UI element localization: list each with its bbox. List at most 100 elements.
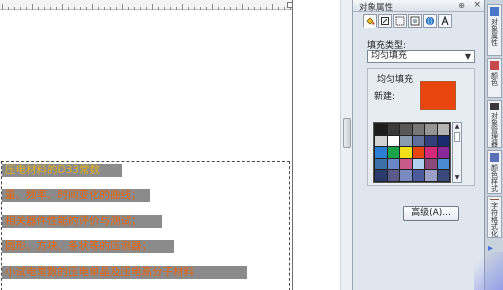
object-properties-icon	[490, 7, 499, 16]
outline-pen-icon	[381, 17, 389, 25]
ruler-ticks	[0, 0, 292, 10]
text-line-2[interactable]: 量、频率、时间变化的曲线；	[2, 189, 150, 202]
palette-swatch[interactable]	[400, 135, 412, 147]
palette-swatch[interactable]	[437, 135, 449, 147]
character-formatting-icon	[490, 199, 499, 200]
side-tab-color[interactable]: 颜色	[487, 58, 502, 98]
scroll-up-icon[interactable]: ▲	[453, 123, 461, 131]
text-frame[interactable]: 压电材料的D33常数 量、频率、时间变化的曲线； 相关器件性能的评价与测试； 圆…	[1, 161, 290, 290]
palette-swatch[interactable]	[425, 147, 437, 158]
side-tab-character-formatting[interactable]: 字符格式化	[487, 196, 502, 238]
ruler-tick	[116, 7, 117, 10]
ruler-tick	[2, 4, 3, 10]
text-tab[interactable]	[438, 14, 452, 28]
ruler-tick	[122, 4, 123, 10]
side-tab-label: 对象属性	[490, 18, 499, 46]
ruler-tick	[188, 7, 189, 10]
ruler-tick	[134, 7, 135, 10]
docker-header: 对象属性 ⊕ ×	[353, 0, 485, 13]
palette-swatch[interactable]	[375, 170, 387, 181]
horizontal-ruler[interactable]	[0, 0, 292, 10]
palette-swatch[interactable]	[387, 147, 399, 158]
ruler-tick	[176, 7, 177, 10]
ruler-tick	[14, 7, 15, 10]
side-tab-object-properties[interactable]: 对象属性	[487, 4, 502, 56]
palette-swatch[interactable]	[425, 170, 437, 181]
close-icon[interactable]: ×	[473, 0, 481, 10]
detail-tab[interactable]	[408, 14, 422, 28]
palette-swatch[interactable]	[412, 170, 424, 181]
ruler-tick	[104, 7, 105, 10]
palette-swatch[interactable]	[400, 124, 412, 135]
palette-swatch[interactable]	[437, 158, 449, 170]
ruler-tick	[254, 7, 255, 10]
text-line-5[interactable]: 小试电常数的压电单晶及压电高分子材料	[2, 266, 247, 279]
ruler-tick	[248, 7, 249, 10]
ruler-tick	[152, 4, 153, 10]
ruler-tick	[68, 7, 69, 10]
palette-swatch[interactable]	[425, 124, 437, 135]
palette-scrollbar[interactable]: ▲ ▼	[452, 122, 462, 183]
text-line-4[interactable]: 圆形、方块、条状等的压测器；	[2, 240, 174, 253]
ruler-tick	[170, 7, 171, 10]
palette-swatch[interactable]	[437, 170, 449, 181]
detail-icon	[410, 16, 420, 26]
new-color-swatch	[420, 81, 456, 110]
ruler-tick	[224, 7, 225, 10]
canvas-vertical-scrollbar[interactable]	[340, 0, 352, 290]
globe-icon	[425, 16, 435, 26]
palette-swatch[interactable]	[412, 124, 424, 135]
palette-swatch[interactable]	[437, 147, 449, 158]
side-tab-label: 字符格式化	[490, 202, 499, 237]
web-tab[interactable]	[423, 14, 437, 28]
drawing-canvas[interactable]: 压电材料的D33常数 量、频率、时间变化的曲线； 相关器件性能的评价与测试； 圆…	[0, 0, 340, 290]
palette-swatch[interactable]	[387, 170, 399, 181]
palette-swatch[interactable]	[412, 135, 424, 147]
side-tab-object-manager[interactable]: 对象管理器	[487, 100, 502, 148]
palette-swatch[interactable]	[387, 135, 399, 147]
palette-scroll-thumb[interactable]	[454, 132, 460, 142]
ruler-tick	[140, 7, 141, 10]
ruler-tick	[8, 7, 9, 10]
pin-icon[interactable]: ⊕	[458, 1, 465, 10]
ruler-tick	[38, 7, 39, 10]
palette-swatch[interactable]	[400, 147, 412, 158]
palette-swatch[interactable]	[437, 124, 449, 135]
outline-tab[interactable]	[378, 14, 392, 28]
palette-swatch[interactable]	[375, 135, 387, 147]
fill-bucket-icon	[366, 17, 375, 25]
palette-swatch[interactable]	[375, 124, 387, 135]
ruler-tick	[272, 4, 273, 10]
ruler-tick	[230, 7, 231, 10]
palette-swatch[interactable]	[400, 158, 412, 170]
advanced-button[interactable]: 高级(A)...	[403, 206, 459, 221]
fill-type-select[interactable]: 均匀填充 ▼	[367, 50, 475, 63]
ruler-tick	[26, 7, 27, 10]
fill-tab[interactable]	[363, 14, 377, 28]
palette-swatch[interactable]	[375, 158, 387, 170]
palette-swatch[interactable]	[387, 124, 399, 135]
ruler-tick	[44, 7, 45, 10]
side-tab-label: 颜色样式	[490, 164, 499, 192]
uniform-fill-group: 均匀填充 新建: ▲ ▼	[367, 68, 475, 186]
ruler-tick	[200, 7, 201, 10]
palette-swatch[interactable]	[387, 158, 399, 170]
general-tab[interactable]	[393, 14, 407, 28]
text-line-1[interactable]: 压电材料的D33常数	[2, 164, 122, 177]
palette-swatch[interactable]	[375, 147, 387, 158]
palette-swatch[interactable]	[425, 158, 437, 170]
palette-swatch[interactable]	[425, 135, 437, 147]
grid-icon	[395, 16, 405, 26]
scrollbar-thumb[interactable]	[343, 118, 351, 148]
palette-swatch[interactable]	[412, 147, 424, 158]
palette-swatch[interactable]	[412, 158, 424, 170]
palette-swatch[interactable]	[400, 170, 412, 181]
scroll-down-icon[interactable]: ▼	[453, 174, 461, 182]
uniform-fill-label: 均匀填充	[377, 75, 414, 85]
ruler-tick	[260, 7, 261, 10]
text-line-3[interactable]: 相关器件性能的评价与测试；	[2, 215, 162, 228]
ruler-tick	[158, 7, 159, 10]
side-tab-color-styles[interactable]: 颜色样式	[487, 150, 502, 194]
ruler-tick	[62, 4, 63, 10]
ruler-tick	[278, 7, 279, 10]
